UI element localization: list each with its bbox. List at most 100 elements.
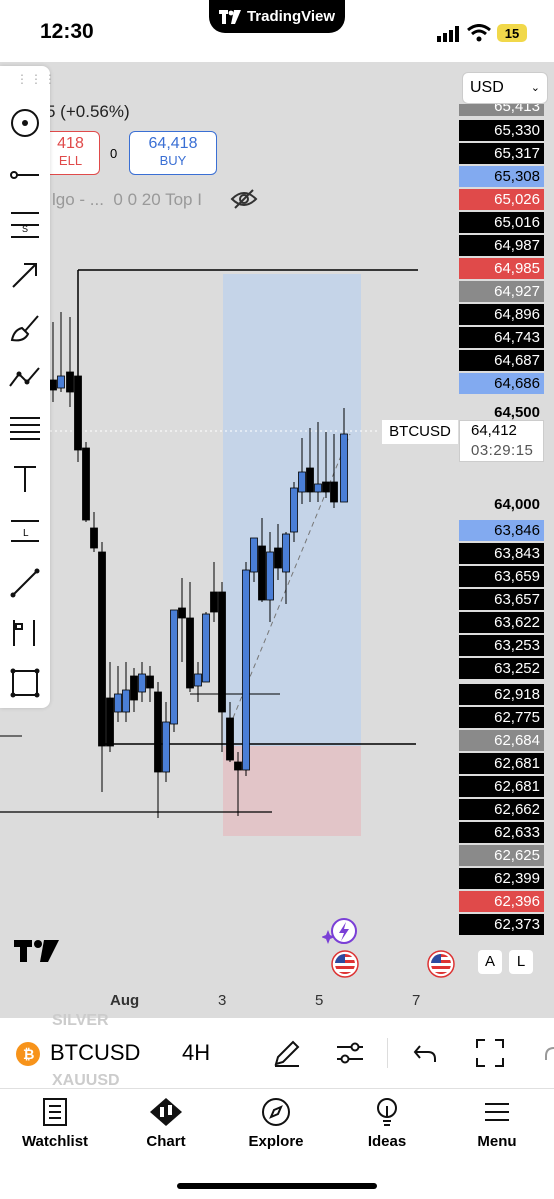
candle-up xyxy=(114,693,122,713)
compass-icon xyxy=(262,1098,290,1126)
price-scale-label: 63,659 xyxy=(459,566,544,587)
nav-label: Chart xyxy=(146,1133,186,1150)
nav-ideas[interactable]: Ideas xyxy=(337,1097,437,1150)
candle-up xyxy=(138,673,146,693)
candle-up xyxy=(57,375,65,389)
symbol-selector[interactable]: BTCUSD xyxy=(50,1040,140,1066)
tradingview-logo-icon xyxy=(218,9,241,24)
candle-down xyxy=(210,591,218,613)
price-scale-label: 65,413 xyxy=(459,104,544,116)
ai-assistant-icon[interactable] xyxy=(322,916,360,946)
signal-icon xyxy=(437,26,459,42)
indicators-icon[interactable] xyxy=(335,1040,365,1066)
nav-explore[interactable]: Explore xyxy=(226,1097,326,1150)
chart-area[interactable]: 65,413 65,330 65,317 65,308 65,026 65,016 64,9… xyxy=(0,62,554,1018)
cursor-cross-icon[interactable] xyxy=(8,106,42,140)
long-position-icon[interactable]: L xyxy=(8,514,42,548)
eye-off-icon[interactable] xyxy=(230,188,258,210)
battery-indicator: 15 xyxy=(497,24,527,42)
svg-text:S: S xyxy=(22,224,28,234)
tradingview-pill: TradingView xyxy=(209,0,345,33)
price-scale-label: 65,026 xyxy=(459,189,544,210)
price-scale-label: 64,686 xyxy=(459,373,544,394)
undo-icon[interactable] xyxy=(412,1042,438,1064)
rectangle-tool-icon[interactable] xyxy=(8,666,42,700)
arrow-tool-icon[interactable] xyxy=(8,258,42,292)
price-scale-label: 62,625 xyxy=(459,845,544,866)
candle-up xyxy=(250,537,258,573)
nav-watchlist[interactable]: Watchlist xyxy=(5,1097,105,1150)
nav-label: Watchlist xyxy=(21,1133,89,1150)
text-tool-icon[interactable] xyxy=(8,462,42,496)
time-label: 5 xyxy=(315,992,324,1009)
nav-label: Menu xyxy=(477,1133,517,1150)
price-scale-label: 64,743 xyxy=(459,327,544,348)
symbol-price-tag: BTCUSD xyxy=(382,420,458,444)
buy-price: 64,418 xyxy=(148,135,198,152)
price-scale[interactable]: 65,413 65,330 65,317 65,308 65,026 65,016 64,9… xyxy=(459,62,544,1018)
forecast-tool-icon[interactable] xyxy=(8,616,42,650)
channel-tool-icon[interactable] xyxy=(8,412,42,446)
candle-down xyxy=(154,691,162,773)
divider xyxy=(387,1038,388,1068)
pen-icon[interactable] xyxy=(272,1038,302,1068)
candle-up xyxy=(202,613,210,683)
us-flag-event-icon[interactable] xyxy=(331,950,359,978)
candle-down xyxy=(98,551,106,747)
svg-text:₿: ₿ xyxy=(23,1046,34,1062)
candle-up xyxy=(314,483,322,493)
brush-icon[interactable] xyxy=(8,310,42,344)
current-price-label: 64,412 03:29:15 xyxy=(459,420,544,462)
buy-button[interactable]: 64,418 BUY xyxy=(129,131,217,175)
interval-selector[interactable]: 4H xyxy=(182,1040,210,1066)
candle-down xyxy=(49,379,57,391)
app-pill-label: TradingView xyxy=(246,8,336,25)
price-scale-label: 63,252 xyxy=(459,658,544,679)
sell-label: ELL xyxy=(58,153,83,168)
redo-icon[interactable] xyxy=(542,1046,554,1062)
fullscreen-icon[interactable] xyxy=(475,1038,505,1068)
candle-up xyxy=(170,609,178,725)
price-scale-label: 62,396 xyxy=(459,891,544,912)
candle-up xyxy=(122,689,130,713)
candle-up xyxy=(290,487,298,533)
price-scale-label: 62,373 xyxy=(459,914,544,935)
currency-select[interactable]: USD ⌄ xyxy=(462,72,548,104)
auto-scale-button[interactable]: A xyxy=(478,950,502,974)
price-scale-label: 63,657 xyxy=(459,589,544,610)
price-scale-label: 63,253 xyxy=(459,635,544,656)
trend-line-icon[interactable] xyxy=(8,158,42,192)
pattern-tool-icon[interactable] xyxy=(8,360,42,394)
drawing-toolbar: ⋮⋮⋮ S L xyxy=(0,66,56,708)
candle-up xyxy=(298,471,306,493)
bar-countdown: 03:29:15 xyxy=(471,442,534,459)
candle-down xyxy=(74,375,82,451)
candle-down xyxy=(186,617,194,689)
price-scale-label: 64,000 xyxy=(494,496,540,513)
menu-icon xyxy=(485,1103,509,1121)
lightbulb-icon xyxy=(377,1098,397,1126)
candle-down xyxy=(258,545,266,601)
time-label: Aug xyxy=(110,992,140,1009)
candle-down xyxy=(106,697,114,747)
price-scale-label: 65,330 xyxy=(459,120,544,141)
candle-down xyxy=(226,717,234,761)
nav-menu[interactable]: Menu xyxy=(447,1097,547,1150)
price-scale-label: 64,896 xyxy=(459,304,544,325)
us-flag-event-icon[interactable] xyxy=(427,950,455,978)
price-scale-label: 64,927 xyxy=(459,281,544,302)
candle-down xyxy=(234,761,242,771)
ray-tool-icon[interactable] xyxy=(8,566,42,600)
tradingview-watermark-icon[interactable] xyxy=(14,938,60,964)
log-scale-button[interactable]: L xyxy=(509,950,533,974)
nav-chart[interactable]: Chart xyxy=(116,1097,216,1150)
fib-levels-icon[interactable]: S xyxy=(8,208,42,242)
candle-down xyxy=(130,675,138,701)
price-scale-label: 62,662 xyxy=(459,799,544,820)
sell-button[interactable]: 418 ELL xyxy=(42,131,100,175)
svg-text:L: L xyxy=(23,528,29,539)
price-scale-label: 62,684 xyxy=(459,730,544,751)
current-price: 64,412 xyxy=(471,422,517,439)
time-label: 3 xyxy=(218,992,227,1009)
drag-handle-icon[interactable]: ⋮⋮⋮ xyxy=(16,72,58,86)
